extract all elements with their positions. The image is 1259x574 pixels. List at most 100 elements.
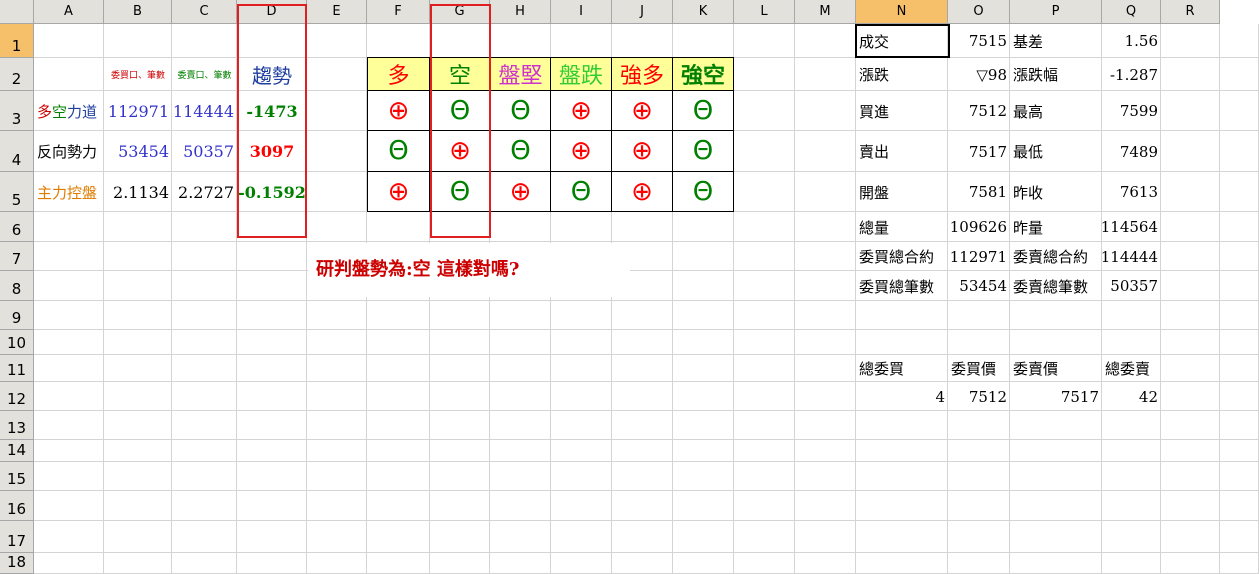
cell-basis-value[interactable]: 1.56	[1102, 24, 1161, 58]
cell-c3[interactable]: 114444	[172, 91, 237, 131]
column-header-r[interactable]: R	[1161, 0, 1220, 24]
row-header-18[interactable]: 18	[0, 553, 34, 574]
cell-i4-sign[interactable]: ⊕	[550, 130, 612, 172]
row-header-12[interactable]: 12	[0, 382, 34, 411]
cell-b4[interactable]: 53454	[104, 131, 172, 172]
column-header-o[interactable]: O	[948, 0, 1010, 24]
cell-ask-value[interactable]: 7517	[948, 131, 1010, 172]
column-header-k[interactable]: K	[673, 0, 734, 24]
cell-h3-sign[interactable]: Θ	[490, 90, 551, 131]
cell-ask-total-orders-label[interactable]: 委賣總筆數	[1010, 271, 1102, 301]
cell-high-value[interactable]: 7599	[1102, 91, 1161, 131]
cell-ask-label[interactable]: 賣出	[856, 131, 948, 172]
column-header-d[interactable]: D	[237, 0, 307, 24]
cell-bid-total-orders-label[interactable]: 委買總筆數	[856, 271, 948, 301]
cell-high-label[interactable]: 最高	[1010, 91, 1102, 131]
cell-i2-fall-header[interactable]: 盤跌	[550, 57, 612, 91]
cell-j5-sign[interactable]: ⊕	[611, 171, 673, 212]
row-header-11[interactable]: 11	[0, 355, 34, 382]
cell-volume-value[interactable]: 109626	[948, 212, 1010, 242]
column-header-f[interactable]: F	[367, 0, 430, 24]
cell-a3-label[interactable]: 多空力道	[34, 91, 104, 131]
cell-h4-sign[interactable]: Θ	[490, 130, 551, 172]
cell-g5-sign[interactable]: Θ	[429, 171, 491, 212]
cell-ask-total-contracts-value[interactable]: 114444	[1102, 242, 1161, 271]
cell-total-bid-value[interactable]: 4	[856, 382, 948, 411]
column-header-h[interactable]: H	[490, 0, 551, 24]
cell-bid-total-contracts-value[interactable]: 112971	[948, 242, 1010, 271]
cell-total-ask-label[interactable]: 總委賣	[1102, 355, 1161, 382]
column-header-m[interactable]: M	[795, 0, 856, 24]
column-header-q[interactable]: Q	[1102, 0, 1161, 24]
column-header-e[interactable]: E	[307, 0, 367, 24]
cell-bid-total-contracts-label[interactable]: 委買總合約	[856, 242, 948, 271]
row-header-6[interactable]: 6	[0, 212, 34, 242]
cell-prev-close-label[interactable]: 昨收	[1010, 172, 1102, 212]
cell-bid-value[interactable]: 7512	[948, 91, 1010, 131]
cell-open-value[interactable]: 7581	[948, 172, 1010, 212]
row-header-10[interactable]: 10	[0, 330, 34, 355]
row-header-7[interactable]: 7	[0, 242, 34, 271]
cell-total-ask-value[interactable]: 42	[1102, 382, 1161, 411]
cell-g2-short-header[interactable]: 空	[429, 57, 491, 91]
cell-j4-sign[interactable]: ⊕	[611, 130, 673, 172]
row-header-15[interactable]: 15	[0, 462, 34, 491]
cell-c2-ask-header[interactable]: 委賣口、筆數	[172, 58, 237, 91]
cell-d5-trend[interactable]: -0.1592	[237, 172, 307, 212]
cell-prev-volume-label[interactable]: 昨量	[1010, 212, 1102, 242]
cell-prev-close-value[interactable]: 7613	[1102, 172, 1161, 212]
cell-prev-volume-value[interactable]: 114564	[1102, 212, 1161, 242]
row-header-4[interactable]: 4	[0, 131, 34, 172]
cell-j3-sign[interactable]: ⊕	[611, 90, 673, 131]
column-header-p[interactable]: P	[1010, 0, 1102, 24]
cell-low-label[interactable]: 最低	[1010, 131, 1102, 172]
row-header-13[interactable]: 13	[0, 411, 34, 440]
cell-d4-trend[interactable]: 3097	[237, 131, 307, 172]
cell-b2-bid-header[interactable]: 委買口、筆數	[104, 58, 172, 91]
cell-f2-long-header[interactable]: 多	[367, 57, 430, 91]
cell-change-pct-label[interactable]: 漲跌幅	[1010, 58, 1102, 91]
select-all-corner[interactable]	[0, 0, 34, 24]
cell-k2-strong-short-header[interactable]: 強空	[672, 57, 734, 91]
row-header-9[interactable]: 9	[0, 301, 34, 330]
cell-i5-sign[interactable]: Θ	[550, 171, 612, 212]
cell-d3-trend[interactable]: -1473	[237, 91, 307, 131]
row-header-17[interactable]: 17	[0, 521, 34, 553]
cell-f5-sign[interactable]: ⊕	[367, 171, 430, 212]
cell-change-label[interactable]: 漲跌	[856, 58, 948, 91]
cell-ask-total-contracts-label[interactable]: 委賣總合約	[1010, 242, 1102, 271]
cell-open-label[interactable]: 開盤	[856, 172, 948, 212]
cell-total-bid-label[interactable]: 總委買	[856, 355, 948, 382]
column-header-g[interactable]: G	[430, 0, 490, 24]
column-header-l[interactable]: L	[734, 0, 795, 24]
cell-k3-sign[interactable]: Θ	[672, 90, 734, 131]
row-header-1[interactable]: 1	[0, 24, 34, 58]
cell-basis-label[interactable]: 基差	[1010, 24, 1102, 58]
cell-g4-sign[interactable]: ⊕	[429, 130, 491, 172]
column-header-a[interactable]: A	[34, 0, 104, 24]
cell-i3-sign[interactable]: ⊕	[550, 90, 612, 131]
cell-change-pct-value[interactable]: -1.287	[1102, 58, 1161, 91]
row-header-8[interactable]: 8	[0, 271, 34, 301]
row-header-3[interactable]: 3	[0, 91, 34, 131]
row-header-14[interactable]: 14	[0, 440, 34, 462]
cell-b5[interactable]: 2.1134	[104, 172, 172, 212]
cell-bid-total-orders-value[interactable]: 53454	[948, 271, 1010, 301]
analysis-question-note[interactable]: 研判盤勢為:空 這樣對嗎?	[316, 255, 519, 281]
cell-g3-sign[interactable]: Θ	[429, 90, 491, 131]
cell-bid-price-value[interactable]: 7512	[948, 382, 1010, 411]
cell-c4[interactable]: 50357	[172, 131, 237, 172]
cell-f3-sign[interactable]: ⊕	[367, 90, 430, 131]
cell-volume-label[interactable]: 總量	[856, 212, 948, 242]
column-header-j[interactable]: J	[612, 0, 673, 24]
cell-a5-label[interactable]: 主力控盤	[34, 172, 104, 212]
row-header-2[interactable]: 2	[0, 58, 34, 91]
cell-k4-sign[interactable]: Θ	[672, 130, 734, 172]
cell-low-value[interactable]: 7489	[1102, 131, 1161, 172]
cell-ask-total-orders-value[interactable]: 50357	[1102, 271, 1161, 301]
column-header-n[interactable]: N	[856, 0, 948, 24]
column-header-b[interactable]: B	[104, 0, 172, 24]
cell-h2-firm-header[interactable]: 盤堅	[490, 57, 551, 91]
cell-f4-sign[interactable]: Θ	[367, 130, 430, 172]
row-header-16[interactable]: 16	[0, 491, 34, 521]
